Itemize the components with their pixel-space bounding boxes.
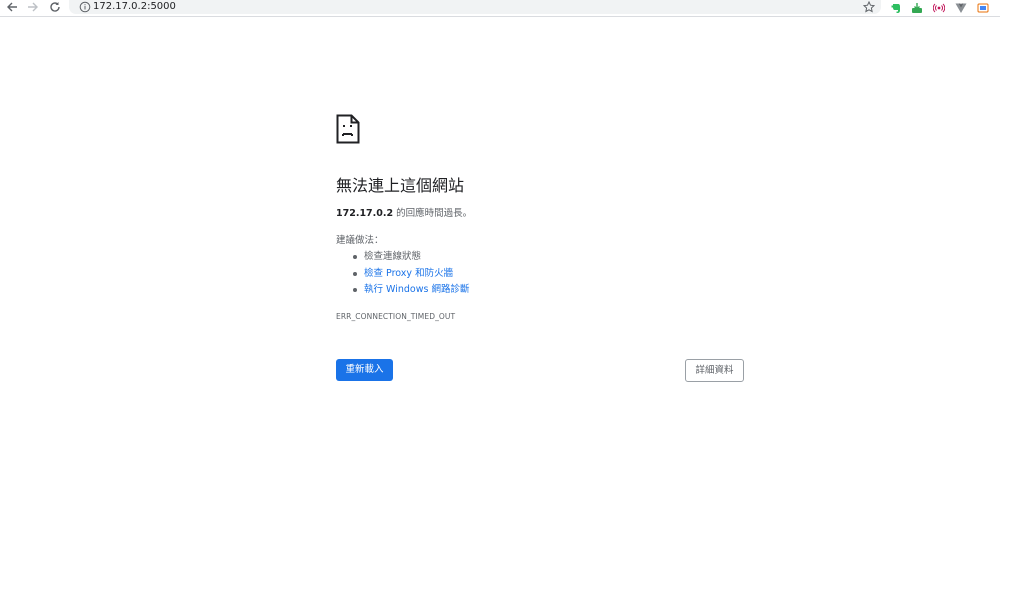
error-code: ERR_CONNECTION_TIMED_OUT xyxy=(336,312,456,321)
suggestion-check-connection: 檢查連線狀態 xyxy=(336,250,469,267)
back-button[interactable] xyxy=(4,0,20,14)
suggestion-check-proxy-link[interactable]: 檢查 Proxy 和防火牆 xyxy=(336,267,469,284)
forward-button[interactable] xyxy=(25,0,41,14)
download-icon[interactable] xyxy=(910,1,923,14)
error-message: 的回應時間過長。 xyxy=(393,208,473,219)
error-host: 172.17.0.2 xyxy=(336,208,394,219)
info-icon[interactable] xyxy=(79,1,91,13)
suggestion-network-diagnostics-link[interactable]: 執行 Windows 網路診斷 xyxy=(336,283,469,300)
sad-page-icon xyxy=(336,114,360,144)
address-bar[interactable]: 172.17.0.2:5000 xyxy=(69,0,881,14)
details-button[interactable]: 詳細資料 xyxy=(685,359,744,382)
star-icon[interactable] xyxy=(863,1,875,13)
screenshot-icon[interactable] xyxy=(976,1,989,14)
suggestions-list: 檢查連線狀態 檢查 Proxy 和防火牆 執行 Windows 網路診斷 xyxy=(336,250,469,300)
url-text: 172.17.0.2:5000 xyxy=(93,1,176,12)
suggestions-heading: 建議做法： xyxy=(336,235,384,246)
reload-button[interactable]: 重新載入 xyxy=(336,359,393,381)
error-description: 172.17.0.2 的回應時間過長。 xyxy=(336,207,472,221)
evernote-icon[interactable] xyxy=(889,1,902,14)
browser-toolbar: 172.17.0.2:5000 xyxy=(0,0,1000,17)
cast-icon[interactable] xyxy=(932,1,945,14)
arrow-right-icon xyxy=(28,2,38,12)
error-title: 無法連上這個網站 xyxy=(336,176,465,195)
vue-devtools-icon[interactable] xyxy=(954,1,967,14)
reload-icon xyxy=(50,2,60,12)
reload-page-button[interactable] xyxy=(47,0,63,14)
arrow-left-icon xyxy=(7,2,17,12)
